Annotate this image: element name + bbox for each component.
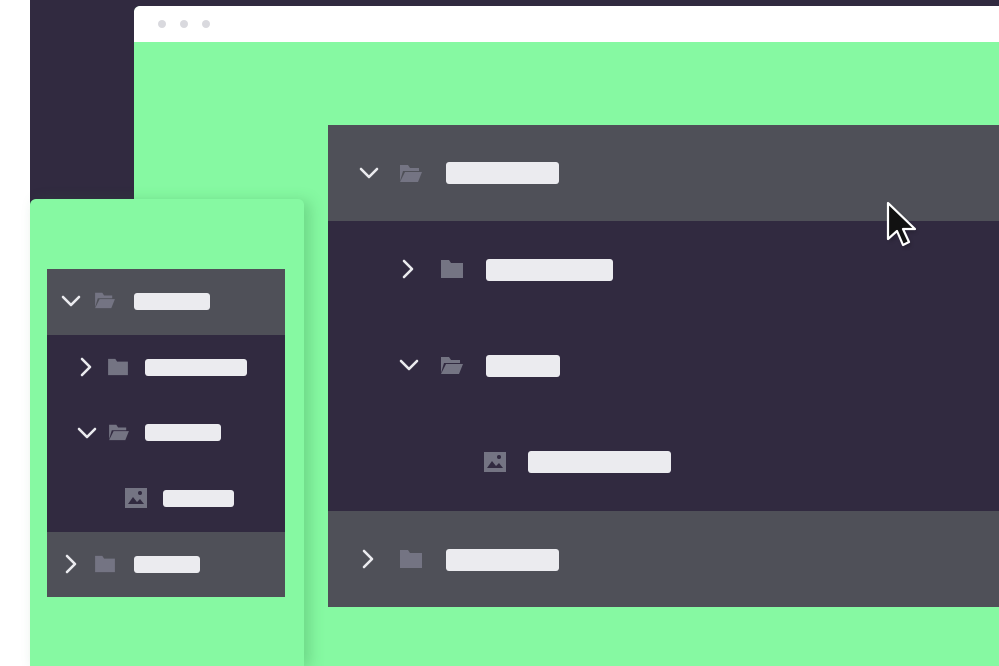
tree-row-child-expanded[interactable] [328,317,999,413]
mobile-frame [30,199,304,666]
window-dot-icon[interactable] [180,20,188,28]
tree-row-root-expanded[interactable] [47,269,285,335]
browser-title-bar [134,6,999,42]
folder-icon [108,358,128,376]
folder-icon [95,555,115,573]
image-file-icon [484,452,506,472]
folder-icon [441,260,463,278]
chevron-right-icon[interactable] [360,548,376,570]
tree-label-placeholder [446,162,559,184]
chevron-right-icon[interactable] [63,553,79,575]
chevron-down-icon[interactable] [60,293,82,309]
folder-open-icon [109,424,129,441]
tree-view-small [47,269,285,597]
folder-open-icon [400,165,422,182]
tree-label-placeholder [446,549,559,571]
folder-icon [400,550,422,568]
tree-label-placeholder [486,355,560,377]
window-dot-icon[interactable] [202,20,210,28]
chevron-right-icon[interactable] [78,356,94,378]
chevron-down-icon[interactable] [358,165,380,181]
tree-label-placeholder [486,259,613,281]
tree-label-placeholder [145,359,247,376]
folder-open-icon [95,292,115,309]
folder-open-icon [441,357,463,374]
chevron-down-icon[interactable] [76,425,98,441]
tree-row-root-collapsed[interactable] [328,511,999,607]
tree-row-child-collapsed[interactable] [47,335,285,400]
tree-row-file[interactable] [47,466,285,532]
tree-label-placeholder [134,293,210,310]
tree-label-placeholder [163,490,234,507]
tree-row-child-expanded[interactable] [47,400,285,466]
chevron-right-icon[interactable] [400,258,416,280]
image-file-icon [125,488,147,508]
tree-label-placeholder [134,556,200,573]
tree-label-placeholder [145,424,221,441]
tree-row-file[interactable] [328,413,999,511]
tree-row-root-collapsed[interactable] [47,532,285,597]
chevron-down-icon[interactable] [398,357,420,373]
window-dot-icon[interactable] [158,20,166,28]
arrow-pointer-icon [886,201,917,248]
tree-label-placeholder [528,451,671,473]
tree-view-large [328,125,999,607]
